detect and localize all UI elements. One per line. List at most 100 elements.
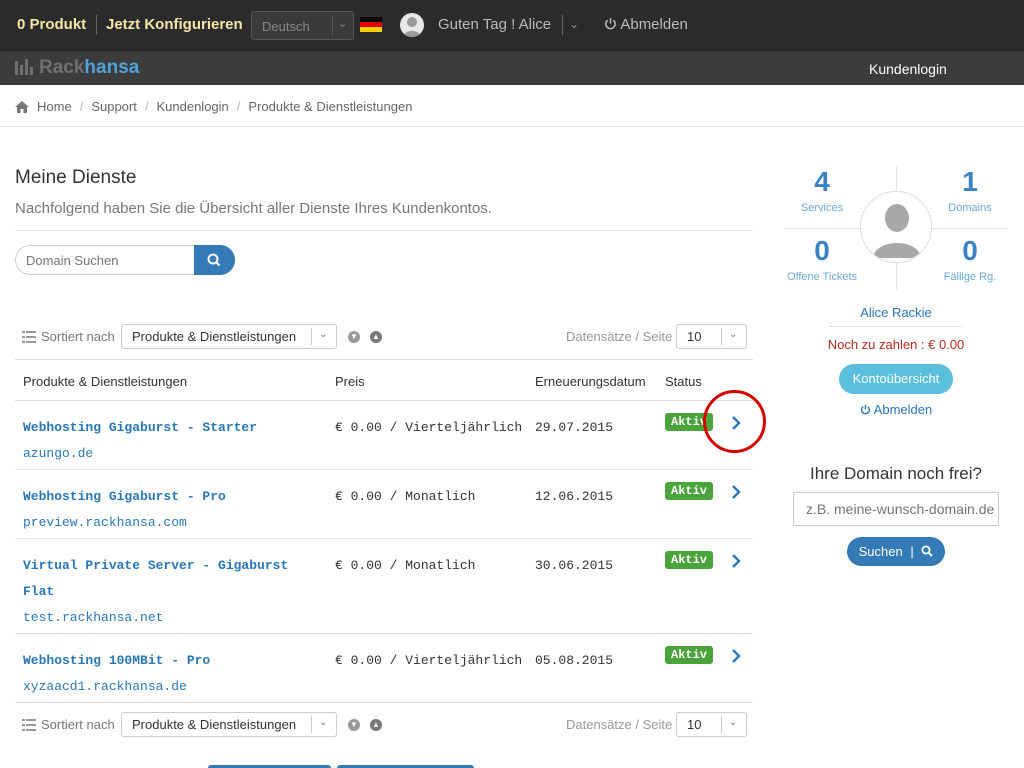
user-name[interactable]: Alice Rackie: [830, 305, 962, 320]
breadcrumb-divider: /: [144, 99, 149, 114]
breadcrumb-bar: Home / Support / Kundenlogin / Produkte …: [0, 85, 1024, 127]
sort-ascending-icon[interactable]: ▲: [370, 331, 382, 343]
user-greeting[interactable]: Guten Tag ! Alice: [438, 16, 551, 33]
per-page-label: Datensätze / Seite: [566, 717, 673, 732]
stat-open-tickets[interactable]: 0 Offene Tickets: [784, 235, 860, 283]
top-bar: 0 Produkt Jetzt Konfigurieren Deutsch ⌄ …: [0, 0, 1024, 50]
logo[interactable]: Rackhansa: [39, 57, 139, 79]
sort-descending-icon[interactable]: ▼: [348, 719, 360, 731]
stat-label: Domains: [948, 202, 992, 214]
status-badge: Aktiv: [665, 482, 714, 500]
stat-services[interactable]: 4 Services: [784, 166, 860, 214]
breadcrumb-home[interactable]: Home: [37, 99, 72, 114]
sort-toolbar-top: Sortiert nach Produkte & Dienstleistunge…: [15, 324, 753, 350]
chevron-right-icon[interactable]: [729, 552, 743, 570]
per-page-select[interactable]: 10 ⌄: [676, 712, 747, 737]
sort-descending-icon[interactable]: ▼: [348, 331, 360, 343]
column-header-status[interactable]: Status: [665, 374, 702, 389]
domain-check-button[interactable]: Suchen |: [847, 537, 945, 566]
divider: [784, 228, 860, 229]
divider: [896, 166, 897, 194]
status-badge: Aktiv: [665, 551, 714, 569]
renewal-date: 29.07.2015: [535, 420, 614, 435]
user-avatar-large: [860, 191, 932, 263]
table-row[interactable]: Webhosting Gigaburst - Pro preview.rackha…: [15, 470, 753, 539]
logo-hansa: hansa: [84, 57, 140, 78]
stat-value: 0: [962, 235, 978, 266]
product-name[interactable]: Webhosting Gigaburst - Starter azungo.de: [23, 415, 313, 467]
breadcrumb-support[interactable]: Support: [91, 99, 137, 114]
stat-domains[interactable]: 1 Domains: [932, 166, 1008, 214]
sort-select[interactable]: Produkte & Dienstleistungen ⌄: [121, 324, 337, 349]
domain-search-input[interactable]: [15, 245, 195, 275]
chevron-down-icon[interactable]: ⌄: [569, 17, 579, 31]
highlight-annotation: [703, 390, 766, 453]
product-name[interactable]: Webhosting 100MBit - Pro xyzaacd1.rackhan…: [23, 648, 313, 700]
chevron-down-icon: ⌄: [729, 329, 738, 340]
user-avatar[interactable]: [400, 13, 424, 37]
amount-due: Noch zu zahlen : € 0.00: [827, 337, 965, 352]
stat-label: Services: [800, 202, 844, 214]
product-price: € 0.00 / Monatlich: [335, 489, 476, 504]
sidebar-logout-link[interactable]: Abmelden: [784, 402, 1008, 417]
divider: [896, 262, 897, 290]
german-flag-icon[interactable]: [360, 17, 382, 32]
chevron-right-icon[interactable]: [729, 647, 743, 665]
divider: [15, 230, 753, 231]
account-overview-button[interactable]: Kontoübersicht: [839, 364, 953, 394]
logout-label: Abmelden: [620, 16, 688, 33]
breadcrumb: Home / Support / Kundenlogin / Produkte …: [15, 99, 412, 114]
logout-link[interactable]: Abmelden: [604, 16, 688, 33]
chevron-right-icon[interactable]: [729, 483, 743, 501]
sort-select[interactable]: Produkte & Dienstleistungen ⌄: [121, 712, 337, 737]
search-icon: [921, 545, 934, 557]
language-value: Deutsch: [262, 19, 310, 34]
list-icon: [22, 719, 36, 731]
product-price: € 0.00 / Monatlich: [335, 558, 476, 573]
stat-label: Offene Tickets: [786, 271, 858, 283]
list-icon: [22, 331, 36, 343]
column-header-product[interactable]: Produkte & Dienstleistungen: [23, 374, 187, 389]
product-name[interactable]: Virtual Private Server - Gigaburst Flat t…: [23, 553, 313, 631]
stat-label: Fällige Rg.: [943, 271, 997, 283]
product-price: € 0.00 / Vierteljährlich: [335, 420, 523, 435]
chevron-down-icon: ⌄: [338, 18, 348, 30]
table-row[interactable]: Webhosting 100MBit - Pro xyzaacd1.rackhan…: [15, 634, 753, 703]
renewal-date: 05.08.2015: [535, 653, 614, 668]
configure-link[interactable]: Jetzt Konfigurieren: [106, 16, 243, 33]
logout-label: Abmelden: [873, 402, 933, 417]
product-domain[interactable]: xyzaacd1.rackhansa.de: [23, 674, 313, 700]
cart-link[interactable]: 0 Produkt: [17, 16, 86, 33]
product-price: € 0.00 / Vierteljährlich: [335, 653, 523, 668]
domain-check-input[interactable]: [793, 492, 999, 526]
language-select[interactable]: Deutsch ⌄: [251, 11, 354, 40]
product-domain[interactable]: azungo.de: [23, 441, 313, 467]
stat-value: 1: [962, 166, 978, 197]
renewal-date: 30.06.2015: [535, 558, 614, 573]
stat-due-invoices[interactable]: 0 Fällige Rg.: [932, 235, 1008, 283]
product-name[interactable]: Webhosting Gigaburst - Pro preview.rackha…: [23, 484, 313, 536]
sort-ascending-icon[interactable]: ▲: [370, 719, 382, 731]
chevron-down-icon: ⌄: [319, 329, 328, 340]
column-header-renewal[interactable]: Erneuerungsdatum: [535, 374, 646, 389]
sort-toolbar-bottom: Sortiert nach Produkte & Dienstleistunge…: [15, 712, 753, 738]
divider: [562, 15, 563, 35]
logo-rack: Rack: [39, 57, 85, 78]
breadcrumb-kundenlogin[interactable]: Kundenlogin: [156, 99, 228, 114]
per-page-select[interactable]: 10 ⌄: [676, 324, 747, 349]
product-domain[interactable]: preview.rackhansa.com: [23, 510, 313, 536]
product-domain[interactable]: test.rackhansa.net: [23, 605, 313, 631]
table-row[interactable]: Webhosting Gigaburst - Starter azungo.de …: [15, 401, 753, 470]
divider: [932, 228, 1008, 229]
page-subtitle: Nachfolgend haben Sie die Übersicht alle…: [15, 200, 492, 217]
breadcrumb-divider: /: [236, 99, 241, 114]
renewal-date: 12.06.2015: [535, 489, 614, 504]
column-header-price[interactable]: Preis: [335, 374, 365, 389]
per-page-value: 10: [687, 717, 702, 732]
domain-search-button[interactable]: [194, 245, 235, 275]
divider: [830, 326, 962, 327]
divider: [96, 15, 97, 35]
table-row[interactable]: Virtual Private Server - Gigaburst Flat t…: [15, 539, 753, 634]
home-icon: [15, 100, 29, 113]
customer-login-link[interactable]: Kundenlogin: [869, 61, 947, 77]
